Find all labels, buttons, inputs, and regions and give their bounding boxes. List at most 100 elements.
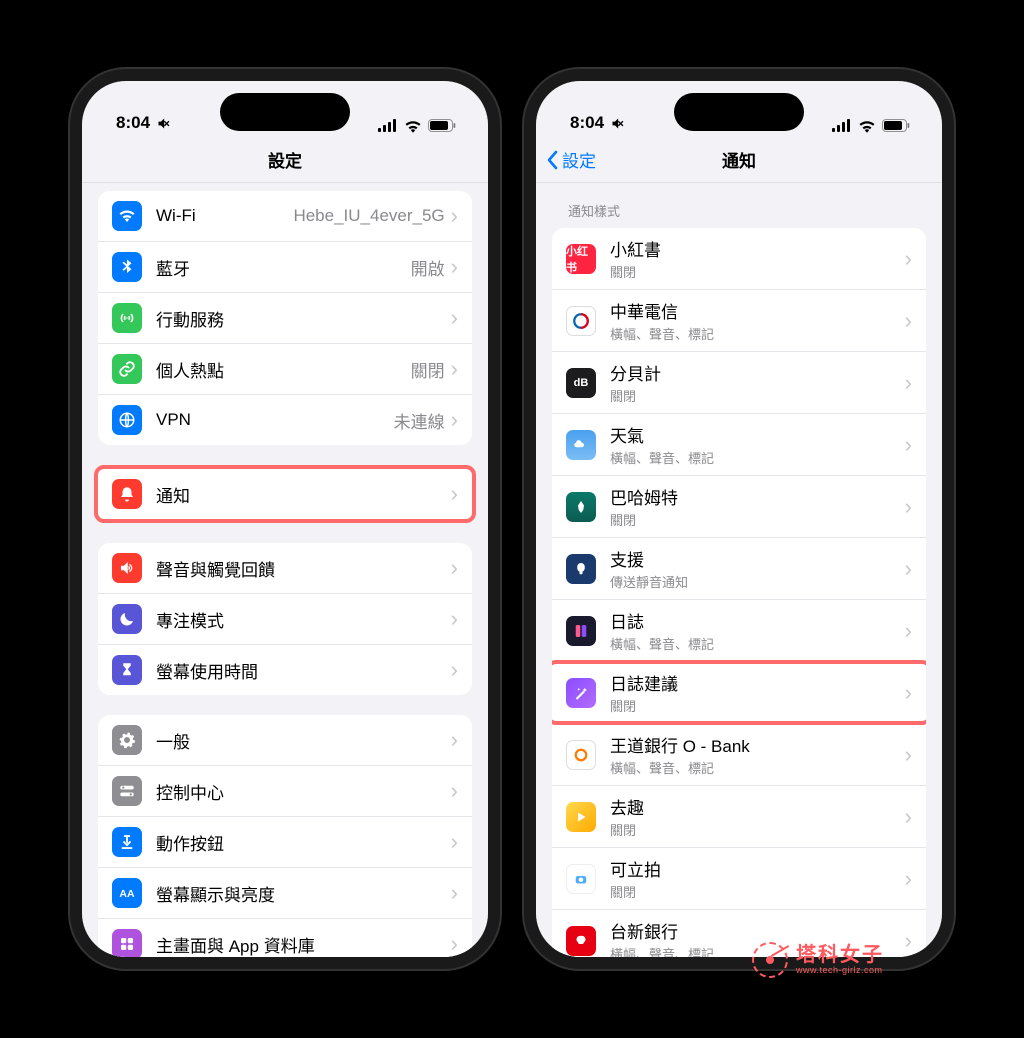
wifi-icon	[404, 119, 422, 133]
settings-content[interactable]: Wi-FiHebe_IU_4ever_5G›藍牙開啟›行動服務›個人熱點關閉›V…	[82, 183, 488, 957]
row-detail: 未連線	[394, 408, 445, 433]
app-icon: dB	[566, 368, 596, 398]
app-row[interactable]: 天氣橫幅、聲音、標記›	[552, 414, 926, 476]
nav-title: 通知	[722, 147, 756, 172]
app-sub: 橫幅、聲音、標記	[610, 324, 905, 343]
settings-row-link[interactable]: 個人熱點關閉›	[98, 344, 472, 395]
cellular-icon	[378, 119, 398, 133]
app-sub: 關閉	[610, 510, 905, 529]
dynamic-island	[674, 93, 804, 131]
row-label: 控制中心	[156, 779, 451, 804]
link-icon	[112, 354, 142, 384]
settings-row-bell[interactable]: 通知›	[98, 469, 472, 519]
chevron-right-icon: ›	[451, 483, 458, 505]
app-sub: 關閉	[610, 820, 905, 839]
row-label: 個人熱點	[156, 357, 411, 382]
app-label: 分貝計	[610, 360, 905, 385]
settings-row-switches[interactable]: 控制中心›	[98, 766, 472, 817]
row-label: 螢幕顯示與亮度	[156, 881, 451, 906]
chevron-right-icon: ›	[905, 434, 912, 456]
chevron-right-icon: ›	[905, 806, 912, 828]
row-label: 主畫面與 App 資料庫	[156, 932, 451, 957]
brightness-icon: AA	[112, 878, 142, 908]
chevron-right-icon: ›	[905, 682, 912, 704]
row-label: 行動服務	[156, 306, 451, 331]
app-label: 巴哈姆特	[610, 484, 905, 509]
app-label: 支援	[610, 546, 905, 571]
app-row[interactable]: dB分貝計關閉›	[552, 352, 926, 414]
nav-back-button[interactable]: 設定	[546, 147, 596, 172]
status-time: 8:04	[116, 113, 150, 133]
nav-bar: 設定 通知	[536, 137, 942, 183]
app-icon	[566, 740, 596, 770]
row-label: 專注模式	[156, 607, 451, 632]
app-row[interactable]: 支援傳送靜音通知›	[552, 538, 926, 600]
notifications-content[interactable]: 通知樣式 小红书小紅書關閉›中華電信橫幅、聲音、標記›dB分貝計關閉›天氣橫幅、…	[536, 183, 942, 957]
row-label: Wi-Fi	[156, 206, 293, 226]
app-sub: 橫幅、聲音、標記	[610, 758, 905, 777]
settings-row-bluetooth[interactable]: 藍牙開啟›	[98, 242, 472, 293]
settings-row-moon[interactable]: 專注模式›	[98, 594, 472, 645]
row-label: 一般	[156, 728, 451, 753]
app-row[interactable]: 去趣關閉›	[552, 786, 926, 848]
watermark-title: 塔科女子	[796, 944, 884, 966]
chevron-right-icon: ›	[451, 729, 458, 751]
row-label: VPN	[156, 410, 394, 430]
app-row[interactable]: 小红书小紅書關閉›	[552, 228, 926, 290]
chevron-right-icon: ›	[905, 248, 912, 270]
app-sub: 關閉	[610, 696, 905, 715]
app-label: 王道銀行 O - Bank	[610, 732, 905, 757]
chevron-right-icon: ›	[905, 620, 912, 642]
chevron-right-icon: ›	[451, 557, 458, 579]
settings-row-brightness[interactable]: AA螢幕顯示與亮度›	[98, 868, 472, 919]
app-icon	[566, 554, 596, 584]
section-header: 通知樣式	[552, 183, 926, 228]
app-icon	[566, 616, 596, 646]
app-label: 去趣	[610, 794, 905, 819]
notification-apps-list: 小红书小紅書關閉›中華電信橫幅、聲音、標記›dB分貝計關閉›天氣橫幅、聲音、標記…	[552, 228, 926, 957]
chevron-right-icon: ›	[451, 659, 458, 681]
settings-row-apps[interactable]: 主畫面與 App 資料庫›	[98, 919, 472, 957]
app-row[interactable]: 巴哈姆特關閉›	[552, 476, 926, 538]
app-sub: 關閉	[610, 882, 905, 901]
bell-icon	[112, 479, 142, 509]
app-row[interactable]: 中華電信橫幅、聲音、標記›	[552, 290, 926, 352]
svg-text:AA: AA	[119, 888, 135, 900]
row-label: 藍牙	[156, 255, 411, 280]
settings-row-gear[interactable]: 一般›	[98, 715, 472, 766]
app-sub: 關閉	[610, 386, 905, 405]
app-row[interactable]: 可立拍關閉›	[552, 848, 926, 910]
apps-icon	[112, 929, 142, 957]
screen: 8:04 設定 通知 通知樣式 小红书小紅書關閉›中華電信橫幅、聲音、標記›dB…	[536, 81, 942, 957]
phone-left-settings: 8:04 設定 Wi-FiHebe_IU_4ever_5G›藍牙開啟›行動服務›…	[70, 69, 500, 969]
chevron-right-icon: ›	[451, 256, 458, 278]
chevron-right-icon: ›	[451, 933, 458, 955]
row-detail: Hebe_IU_4ever_5G	[293, 206, 444, 226]
settings-row-wifi[interactable]: Wi-FiHebe_IU_4ever_5G›	[98, 191, 472, 242]
app-sub: 關閉	[610, 262, 905, 281]
nav-title: 設定	[268, 147, 302, 172]
chevron-right-icon: ›	[451, 608, 458, 630]
silent-mode-icon	[610, 116, 625, 131]
app-label: 台新銀行	[610, 918, 905, 943]
app-icon	[566, 430, 596, 460]
settings-row-speaker[interactable]: 聲音與觸覺回饋›	[98, 543, 472, 594]
bluetooth-icon	[112, 252, 142, 282]
moon-icon	[112, 604, 142, 634]
app-row[interactable]: 日誌橫幅、聲音、標記›	[552, 600, 926, 662]
app-icon	[566, 802, 596, 832]
settings-row-hourglass[interactable]: 螢幕使用時間›	[98, 645, 472, 695]
settings-row-action[interactable]: 動作按鈕›	[98, 817, 472, 868]
app-label: 小紅書	[610, 236, 905, 261]
row-label: 動作按鈕	[156, 830, 451, 855]
app-row[interactable]: 王道銀行 O - Bank橫幅、聲音、標記›	[552, 724, 926, 786]
app-icon: 小红书	[566, 244, 596, 274]
row-detail: 關閉	[411, 357, 445, 382]
app-label: 日誌	[610, 608, 905, 633]
phone-right-notifications: 8:04 設定 通知 通知樣式 小红书小紅書關閉›中華電信橫幅、聲音、標記›dB…	[524, 69, 954, 969]
settings-row-antenna[interactable]: 行動服務›	[98, 293, 472, 344]
app-row[interactable]: 日誌建議關閉›	[552, 662, 926, 724]
dynamic-island	[220, 93, 350, 131]
settings-row-globe[interactable]: VPN未連線›	[98, 395, 472, 445]
silent-mode-icon	[156, 116, 171, 131]
